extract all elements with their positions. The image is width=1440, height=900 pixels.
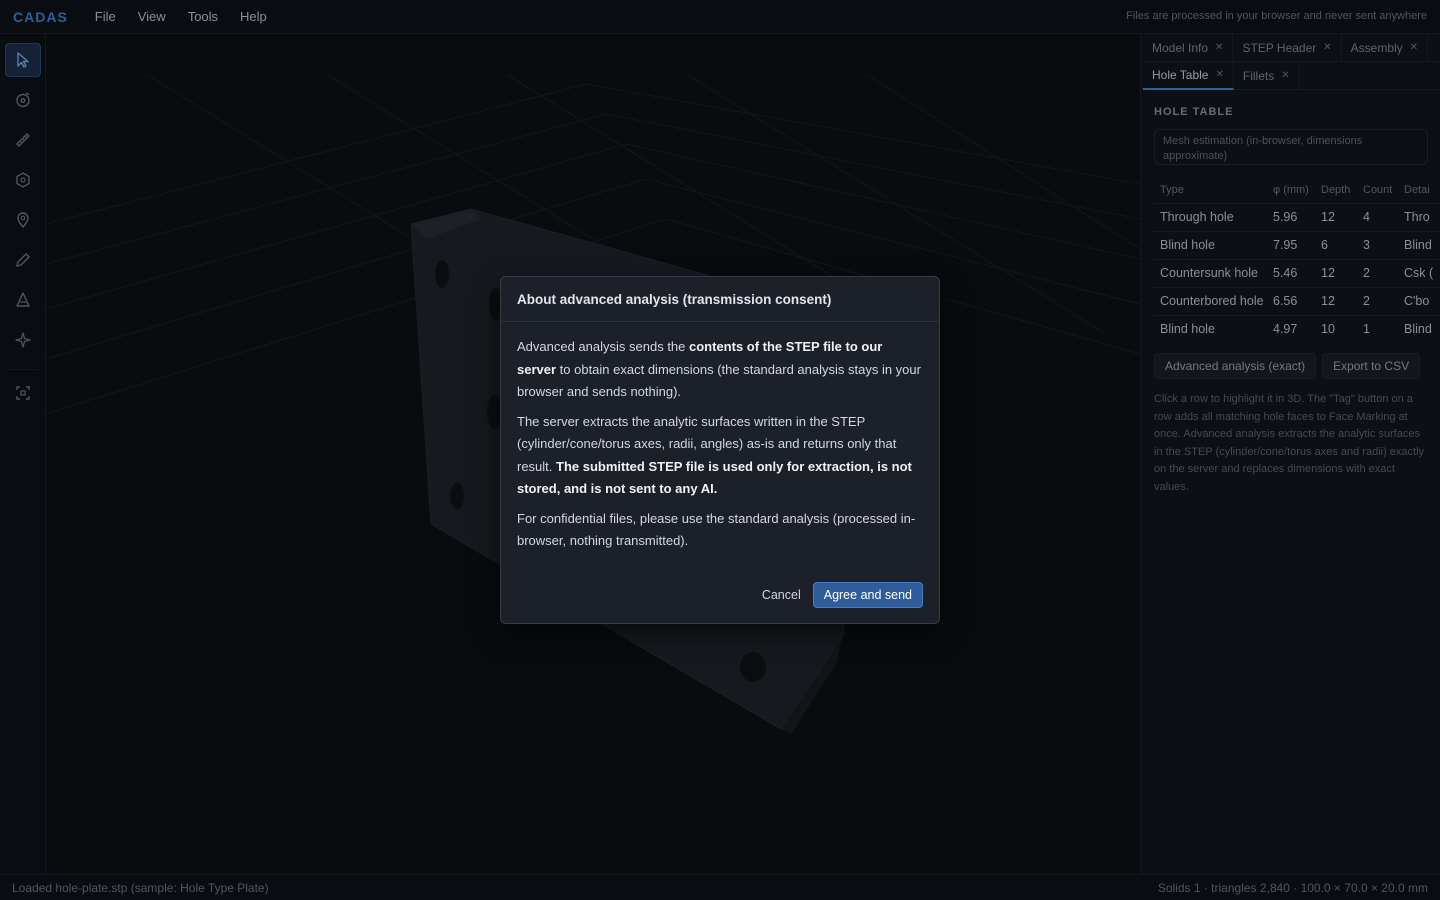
dialog-text: Advanced analysis sends the xyxy=(517,339,689,354)
dialog-actions: Cancel Agree and send xyxy=(754,582,923,608)
consent-dialog: About advanced analysis (transmission co… xyxy=(500,276,940,624)
dialog-body: Advanced analysis sends the contents of … xyxy=(501,322,939,553)
dialog-text: to obtain exact dimensions (the standard… xyxy=(517,361,921,400)
dialog-paragraph: The server extracts the analytic surface… xyxy=(517,411,923,501)
dialog-title: About advanced analysis (transmission co… xyxy=(501,277,939,322)
dialog-paragraph: For confidential files, please use the s… xyxy=(517,510,916,549)
cancel-button[interactable]: Cancel xyxy=(754,583,809,607)
agree-and-send-button[interactable]: Agree and send xyxy=(812,582,923,608)
dialog-paragraph: Advanced analysis sends the contents of … xyxy=(517,336,923,404)
dialog-emphasis: The submitted STEP file is used only for… xyxy=(517,458,912,497)
